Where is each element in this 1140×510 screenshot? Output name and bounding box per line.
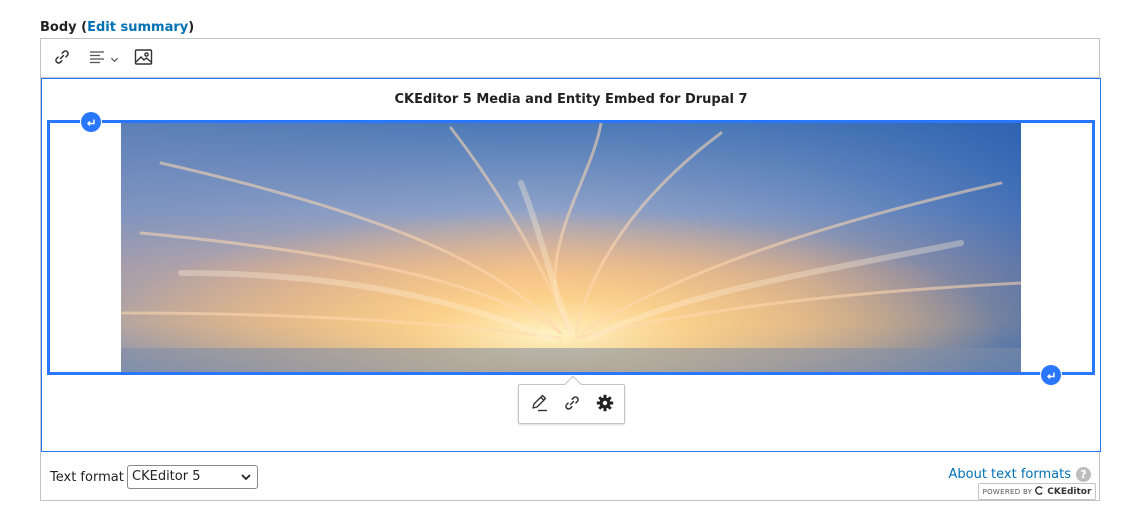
media-contextual-toolbar (518, 375, 625, 424)
return-arrow-icon (86, 113, 96, 132)
balloon-arrow (564, 375, 582, 393)
text-format-row: Text format CKEditor 5 About text format… (41, 452, 1099, 500)
edit-summary-link[interactable]: Edit summary (87, 20, 188, 35)
insert-paragraph-after-handle[interactable] (1041, 365, 1061, 385)
close-paren: ) (188, 20, 195, 35)
link-button[interactable] (49, 45, 75, 72)
edit-media-button[interactable] (525, 391, 553, 419)
insert-paragraph-before-handle[interactable] (81, 112, 101, 132)
chevron-down-icon (110, 49, 119, 68)
media-embed-widget[interactable] (47, 120, 1095, 375)
chevron-down-icon (240, 471, 252, 487)
about-text-formats-link[interactable]: About text formats (948, 467, 1071, 482)
align-left-icon (88, 48, 106, 70)
alignment-dropdown-button[interactable] (83, 45, 123, 72)
text-format-label: Text format (50, 470, 124, 485)
edit-pencil-icon (529, 393, 549, 417)
insert-image-button[interactable] (130, 45, 156, 72)
embedded-sunset-image (121, 123, 1021, 372)
text-format-selected-value: CKEditor 5 (132, 469, 201, 484)
content-heading: CKEditor 5 Media and Entity Embed for Dr… (394, 92, 748, 107)
text-format-select[interactable]: CKEditor 5 (127, 465, 258, 489)
help-icon[interactable]: ? (1076, 467, 1091, 482)
link-media-button[interactable] (558, 391, 586, 419)
image-icon (134, 48, 153, 70)
rich-text-editor: CKEditor 5 Media and Entity Embed for Dr… (40, 38, 1101, 501)
link-icon (563, 394, 581, 416)
editor-content-area[interactable]: CKEditor 5 Media and Entity Embed for Dr… (41, 78, 1101, 500)
media-settings-button[interactable] (591, 391, 619, 419)
link-icon (53, 48, 71, 70)
field-label-text: Body (40, 20, 77, 35)
editor-toolbar (41, 39, 1099, 78)
return-arrow-icon (1046, 366, 1056, 385)
field-label: Body (Edit summary) (40, 20, 194, 35)
gear-icon (596, 394, 614, 416)
